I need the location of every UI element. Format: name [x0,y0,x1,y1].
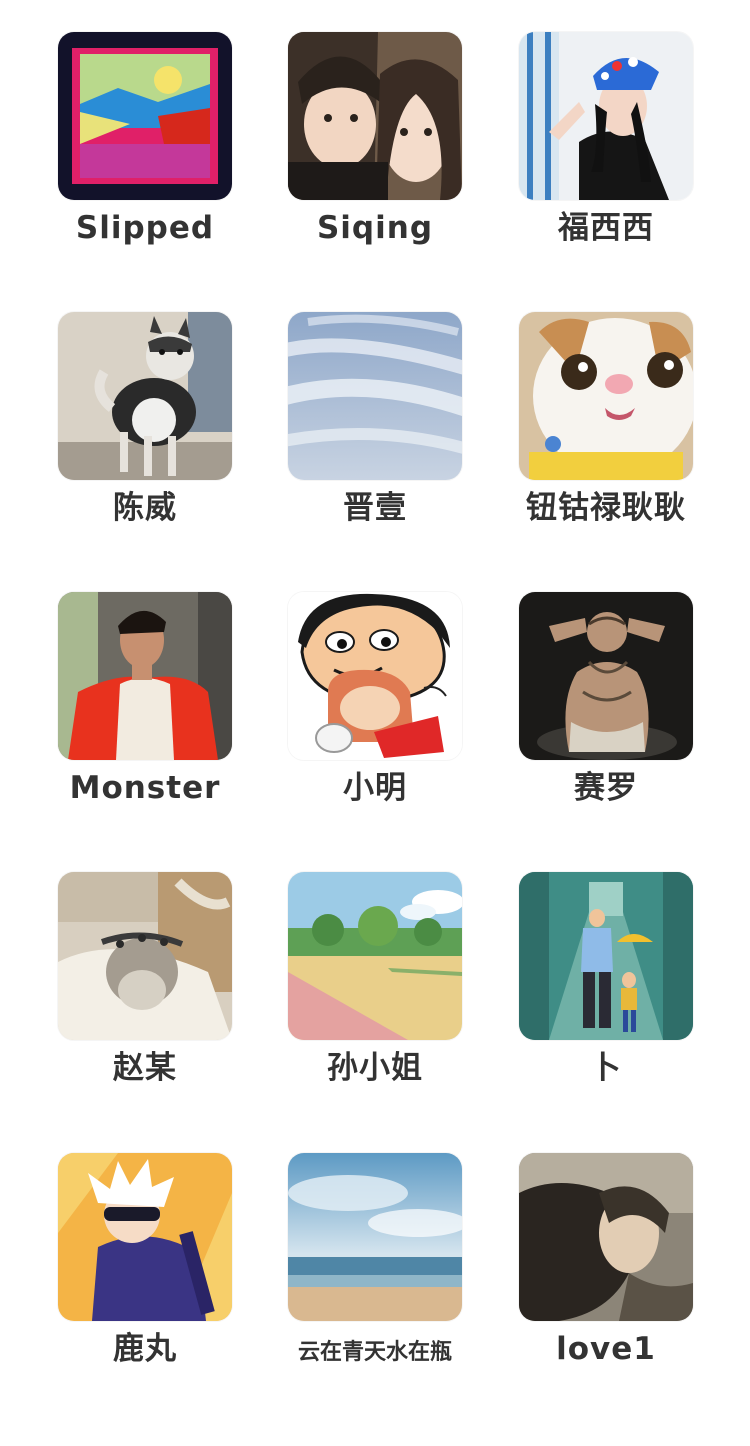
avatar[interactable] [58,872,232,1040]
avatar[interactable] [288,1153,462,1321]
contact-item[interactable]: 晋壹 [287,312,463,526]
avatar[interactable] [519,872,693,1040]
contact-name: 赵某 [113,1050,177,1086]
contact-item[interactable]: 卜 [518,872,694,1086]
avatar[interactable] [288,872,462,1040]
contact-name: 鹿丸 [113,1331,177,1367]
contact-name: 晋壹 [343,490,407,526]
contact-name: love1 [556,1331,656,1367]
avatar[interactable] [288,32,462,200]
contact-item[interactable]: Slipped [57,32,233,246]
contact-name: Slipped [75,210,215,246]
avatar[interactable] [288,592,462,760]
avatar[interactable] [519,312,693,480]
avatar[interactable] [519,1153,693,1321]
avatar[interactable] [58,592,232,760]
contact-name: 赛罗 [574,770,638,806]
contact-name: 卜 [590,1050,622,1086]
contact-name: Siqing [316,210,434,246]
contact-item[interactable]: 赛罗 [518,592,694,806]
contact-name: Monster [69,770,221,806]
contact-item[interactable]: 陈威 [57,312,233,526]
contact-name: 福西西 [558,210,654,246]
avatar[interactable] [58,1153,232,1321]
contact-item[interactable]: 鹿丸 [57,1153,233,1367]
contact-name: 陈威 [113,490,177,526]
contact-name: 小明 [343,770,407,806]
contact-name: 云在青天水在瓶 [297,1340,452,1365]
contact-item[interactable]: 赵某 [57,872,233,1086]
contact-name: 孙小姐 [327,1050,423,1086]
contact-item[interactable]: 钮钴禄耿耿 [518,312,694,526]
contact-item[interactable]: Monster [57,592,233,806]
contact-item[interactable]: 云在青天水在瓶 [287,1153,463,1368]
contact-item[interactable]: 孙小姐 [287,872,463,1086]
contact-name: 钮钴禄耿耿 [526,490,686,526]
contact-item[interactable]: Siqing [287,32,463,246]
contact-item[interactable]: 小明 [287,592,463,806]
contact-item[interactable]: love1 [518,1153,694,1367]
avatar[interactable] [288,312,462,480]
avatar[interactable] [519,32,693,200]
avatar[interactable] [519,592,693,760]
avatar[interactable] [58,312,232,480]
contact-grid: Slipped Siqing 福西西 陈威 晋壹 钮钴禄耿耿 Monster 小… [0,0,750,1446]
avatar[interactable] [58,32,232,200]
contact-item[interactable]: 福西西 [518,32,694,246]
